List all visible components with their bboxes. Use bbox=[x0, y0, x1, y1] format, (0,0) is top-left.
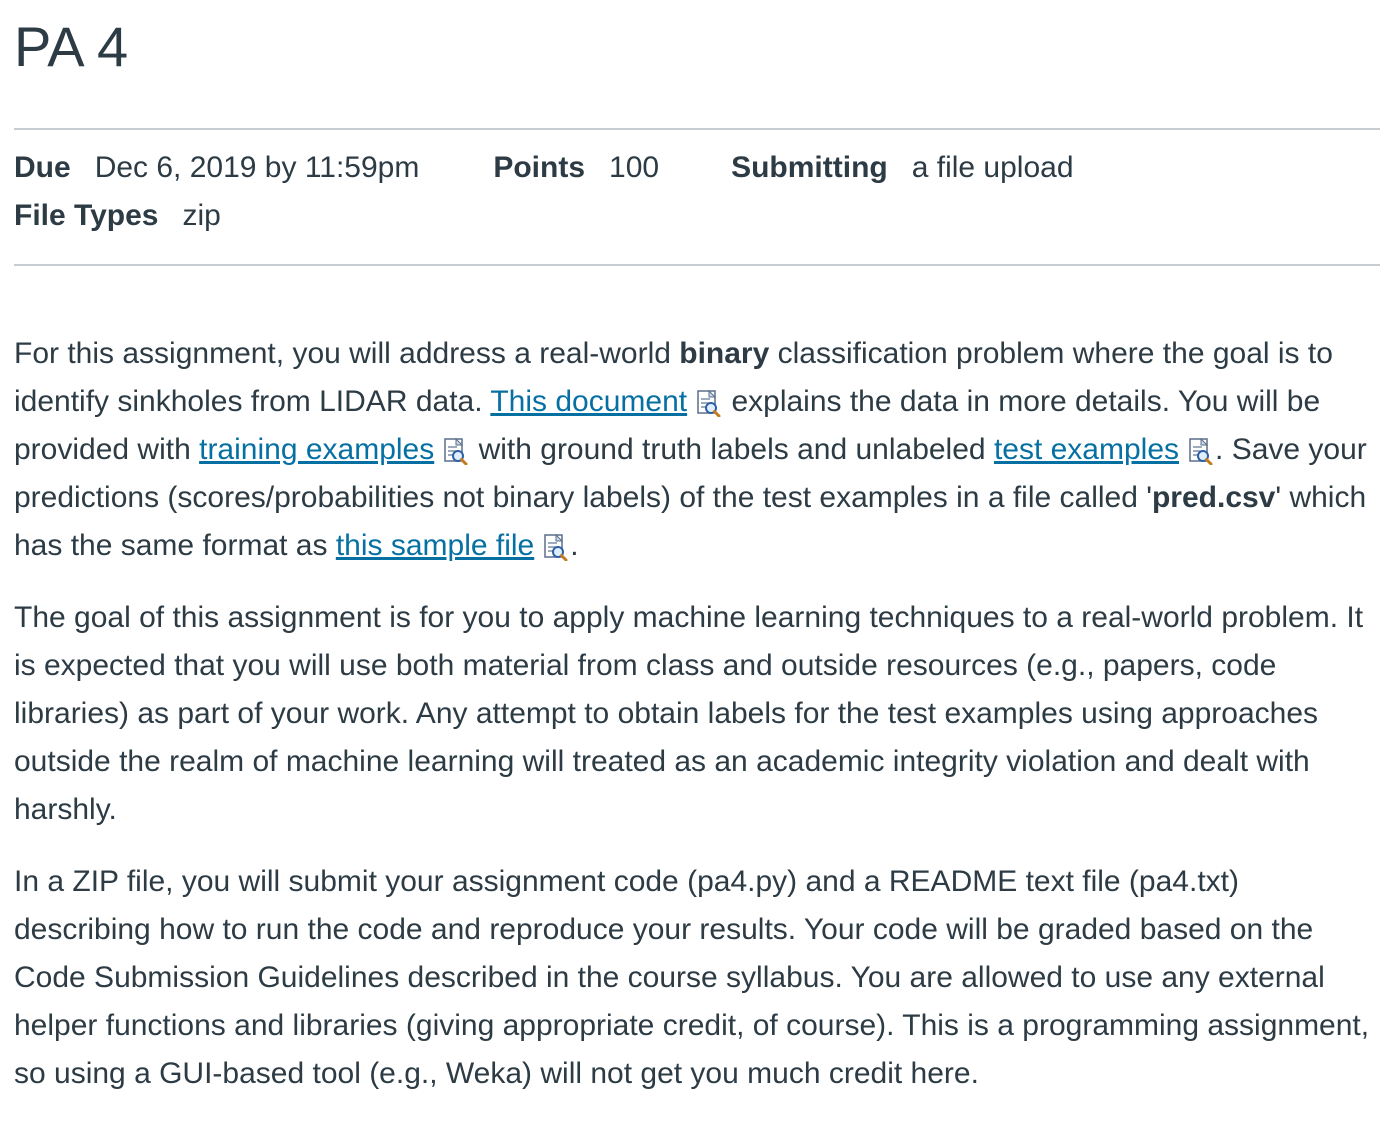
p1-bold-pred-csv: pred.csv bbox=[1151, 481, 1276, 514]
points-value: 100 bbox=[609, 151, 660, 184]
submitting-detail: Submitting a file upload bbox=[731, 144, 1073, 192]
points-detail: Points 100 bbox=[493, 144, 731, 192]
p1-text-7: . bbox=[570, 529, 579, 562]
description-paragraph-1: For this assignment, you will address a … bbox=[14, 330, 1384, 570]
description-paragraph-2: The goal of this assignment is for you t… bbox=[14, 601, 1364, 826]
document-preview-icon[interactable] bbox=[1187, 437, 1213, 465]
file-types-value: zip bbox=[182, 199, 221, 232]
p1-bold-binary: binary bbox=[679, 337, 770, 370]
this-document-link[interactable]: This document bbox=[490, 385, 687, 418]
test-examples-link[interactable]: test examples bbox=[994, 433, 1179, 466]
document-preview-icon[interactable] bbox=[695, 389, 721, 417]
p1-text-1: For this assignment, you will address a … bbox=[14, 337, 680, 370]
due-value: Dec 6, 2019 by 11:59pm bbox=[94, 151, 420, 184]
due-label: Due bbox=[14, 151, 71, 184]
assignment-page: PA 4 Due Dec 6, 2019 by 11:59pm Points 1… bbox=[0, 0, 1390, 1098]
description-paragraph-3: In a ZIP file, you will submit your assi… bbox=[14, 865, 1370, 1090]
document-preview-icon[interactable] bbox=[442, 437, 468, 465]
file-types-label: File Types bbox=[14, 199, 159, 232]
file-types-detail: File Types zip bbox=[14, 192, 221, 240]
details-row-2: File Types zip bbox=[14, 192, 1380, 240]
training-examples-link[interactable]: training examples bbox=[199, 433, 434, 466]
assignment-details: Due Dec 6, 2019 by 11:59pm Points 100 Su… bbox=[14, 130, 1380, 264]
submitting-value: a file upload bbox=[911, 151, 1074, 184]
document-preview-icon[interactable] bbox=[542, 533, 568, 561]
due-detail: Due Dec 6, 2019 by 11:59pm bbox=[14, 144, 493, 192]
sample-file-link[interactable]: this sample file bbox=[336, 529, 534, 562]
submitting-label: Submitting bbox=[731, 151, 888, 184]
details-row-1: Due Dec 6, 2019 by 11:59pm Points 100 Su… bbox=[14, 144, 1380, 192]
points-label: Points bbox=[493, 151, 586, 184]
assignment-description: For this assignment, you will address a … bbox=[14, 266, 1384, 1098]
page-title: PA 4 bbox=[14, 15, 129, 78]
p1-text-4: with ground truth labels and unlabeled bbox=[470, 433, 994, 466]
